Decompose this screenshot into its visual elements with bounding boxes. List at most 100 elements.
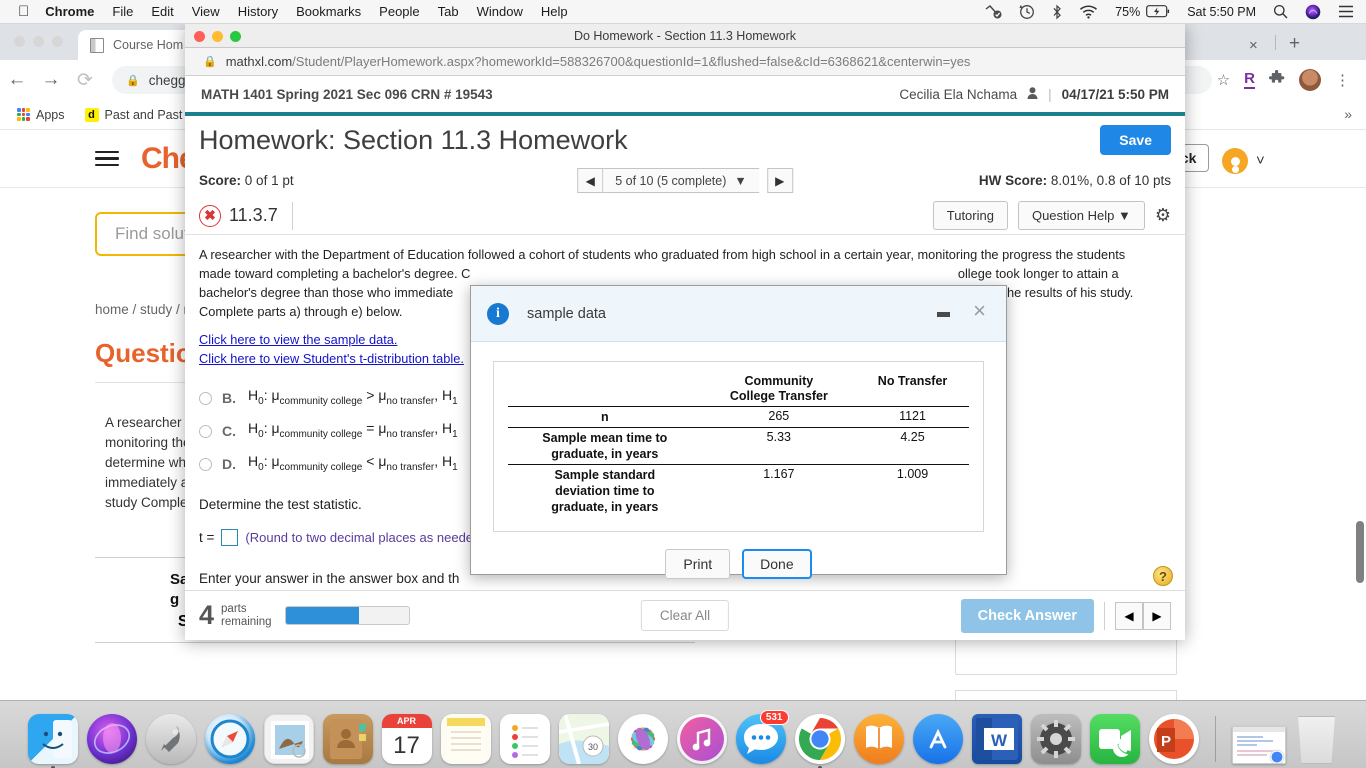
- col-header-line1: Community: [744, 374, 814, 388]
- close-icon[interactable]: ×: [973, 300, 986, 322]
- radio-button-c[interactable]: [199, 425, 212, 438]
- clear-all-button[interactable]: Clear All: [640, 600, 730, 631]
- bookmark-apps[interactable]: Apps: [12, 106, 70, 124]
- page-scrollbar-thumb[interactable]: [1356, 521, 1364, 583]
- mathxl-window-controls[interactable]: [194, 31, 241, 42]
- dock-item-launchpad[interactable]: [145, 714, 196, 764]
- score-label: Score:: [199, 173, 242, 188]
- parts-remaining-label: parts remaining: [221, 603, 272, 629]
- bookmark-past-and-past[interactable]: d Past and Past: [80, 106, 188, 124]
- question-help-button[interactable]: Question Help ▼: [1017, 201, 1145, 230]
- gear-icon[interactable]: ⚙: [1155, 205, 1171, 226]
- menu-item-tab[interactable]: Tab: [438, 4, 459, 19]
- print-button[interactable]: Print: [665, 549, 731, 579]
- siri-icon[interactable]: [1305, 4, 1321, 20]
- battery-icon[interactable]: [1146, 5, 1170, 18]
- apps-grid-icon: [17, 108, 30, 121]
- footer-prev-button[interactable]: ◀: [1115, 601, 1143, 630]
- help-badge-icon[interactable]: ?: [1153, 566, 1173, 586]
- footer-next-button[interactable]: ▶: [1143, 601, 1171, 630]
- dock-item-mail[interactable]: [263, 714, 314, 764]
- menu-item-people[interactable]: People: [379, 4, 419, 19]
- dock-minimized-chrome-window[interactable]: [1231, 726, 1286, 764]
- checkmark-icon[interactable]: [985, 4, 1002, 19]
- user-icon[interactable]: [1027, 86, 1038, 102]
- minimize-window-button[interactable]: [212, 31, 223, 42]
- bookmarks-overflow-icon[interactable]: »: [1344, 106, 1352, 122]
- spotlight-search-icon[interactable]: [1273, 4, 1288, 19]
- hamburger-menu-icon[interactable]: [95, 147, 119, 171]
- chevron-down-icon[interactable]: ˅: [1256, 152, 1265, 169]
- tutoring-button[interactable]: Tutoring: [932, 201, 1008, 230]
- reload-icon[interactable]: ⟳: [68, 69, 102, 92]
- dock-item-photos[interactable]: [617, 714, 668, 764]
- menu-item-file[interactable]: File: [112, 4, 133, 19]
- dock-item-maps[interactable]: 30: [558, 714, 609, 764]
- dock-item-calendar[interactable]: APR 17: [381, 714, 432, 764]
- rakuten-extension-icon[interactable]: R: [1244, 71, 1255, 89]
- menu-item-view[interactable]: View: [192, 4, 220, 19]
- pager-prev-button[interactable]: ◀: [577, 168, 604, 193]
- dock-item-powerpoint[interactable]: P: [1148, 714, 1199, 764]
- homework-title: Homework: Section 11.3 Homework: [199, 124, 628, 155]
- chrome-window-controls[interactable]: [14, 36, 63, 47]
- course-bar-right: Cecilia Ela Nchama | 04/17/21 5:50 PM: [899, 87, 1169, 102]
- done-button[interactable]: Done: [742, 549, 812, 579]
- time-machine-icon[interactable]: [1019, 4, 1035, 20]
- row-label-line2: graduate, in years: [551, 447, 659, 461]
- dock-item-itunes[interactable]: [676, 714, 727, 764]
- menu-item-window[interactable]: Window: [477, 4, 523, 19]
- wifi-icon[interactable]: [1079, 5, 1098, 19]
- dock-item-word[interactable]: W: [971, 714, 1022, 764]
- pager-next-button[interactable]: ▶: [766, 168, 793, 193]
- maximize-window-button[interactable]: [230, 31, 241, 42]
- radio-button-b[interactable]: [199, 392, 212, 405]
- star-bookmark-icon[interactable]: ☆: [1217, 71, 1230, 89]
- dock-item-reminders[interactable]: [499, 714, 550, 764]
- dock-item-messages[interactable]: 531: [735, 710, 789, 764]
- dock-item-system-preferences[interactable]: [1030, 714, 1081, 764]
- row-label-sample-sd: Sample standard deviation time to gradua…: [508, 464, 702, 517]
- radio-button-d[interactable]: [199, 458, 212, 471]
- apple-logo-icon[interactable]: : [18, 4, 29, 19]
- bluetooth-icon[interactable]: [1052, 4, 1062, 20]
- dock-item-ibooks[interactable]: [853, 714, 904, 764]
- new-tab-button[interactable]: +: [1289, 34, 1300, 53]
- dock-item-trash[interactable]: [1298, 716, 1335, 764]
- chegg-avatar[interactable]: [1222, 148, 1248, 174]
- minimize-icon[interactable]: [937, 312, 950, 317]
- menu-bar-status-area: 75% Sat 5:50 PM: [968, 4, 1366, 20]
- extensions-puzzle-icon[interactable]: [1268, 69, 1285, 90]
- back-icon[interactable]: ←: [0, 69, 34, 91]
- mathxl-window-title: Do Homework - Section 11.3 Homework: [573, 28, 797, 43]
- chrome-menu-kebab-icon[interactable]: ⋮: [1335, 71, 1350, 89]
- close-tab-icon[interactable]: ×: [1249, 37, 1258, 54]
- dock-item-chrome[interactable]: [794, 714, 845, 768]
- dock-item-notes[interactable]: [440, 714, 491, 764]
- dock-item-safari[interactable]: [204, 714, 255, 764]
- menu-item-chrome[interactable]: Chrome: [45, 4, 94, 19]
- menu-item-edit[interactable]: Edit: [151, 4, 173, 19]
- check-answer-button[interactable]: Check Answer: [960, 598, 1094, 633]
- mathxl-url-bar[interactable]: 🔒 mathxl.com/Student/PlayerHomework.aspx…: [185, 48, 1185, 76]
- close-window-button[interactable]: [194, 31, 205, 42]
- dock-item-facetime[interactable]: [1089, 714, 1140, 764]
- page-scrollbar[interactable]: [1356, 136, 1364, 716]
- save-button[interactable]: Save: [1100, 125, 1171, 155]
- dock-item-app-store[interactable]: [912, 714, 963, 764]
- forward-icon[interactable]: →: [34, 69, 68, 91]
- chevron-down-icon: ▼: [1117, 208, 1131, 223]
- menu-item-help[interactable]: Help: [541, 4, 568, 19]
- notification-center-icon[interactable]: [1338, 5, 1354, 18]
- test-statistic-input[interactable]: [221, 529, 239, 546]
- dock-item-finder[interactable]: [27, 714, 78, 768]
- menu-item-history[interactable]: History: [238, 4, 278, 19]
- profile-avatar[interactable]: [1299, 69, 1321, 91]
- chegg-breadcrumb[interactable]: home / study / m: [95, 302, 195, 317]
- dock-item-siri[interactable]: [86, 714, 137, 764]
- menu-clock[interactable]: Sat 5:50 PM: [1187, 5, 1256, 19]
- menu-item-bookmarks[interactable]: Bookmarks: [296, 4, 361, 19]
- table-header-row: Community College Transfer No Transfer: [508, 372, 969, 407]
- dock-item-contacts[interactable]: [322, 714, 373, 764]
- pager-select[interactable]: 5 of 10 (5 complete) ▼: [603, 168, 759, 193]
